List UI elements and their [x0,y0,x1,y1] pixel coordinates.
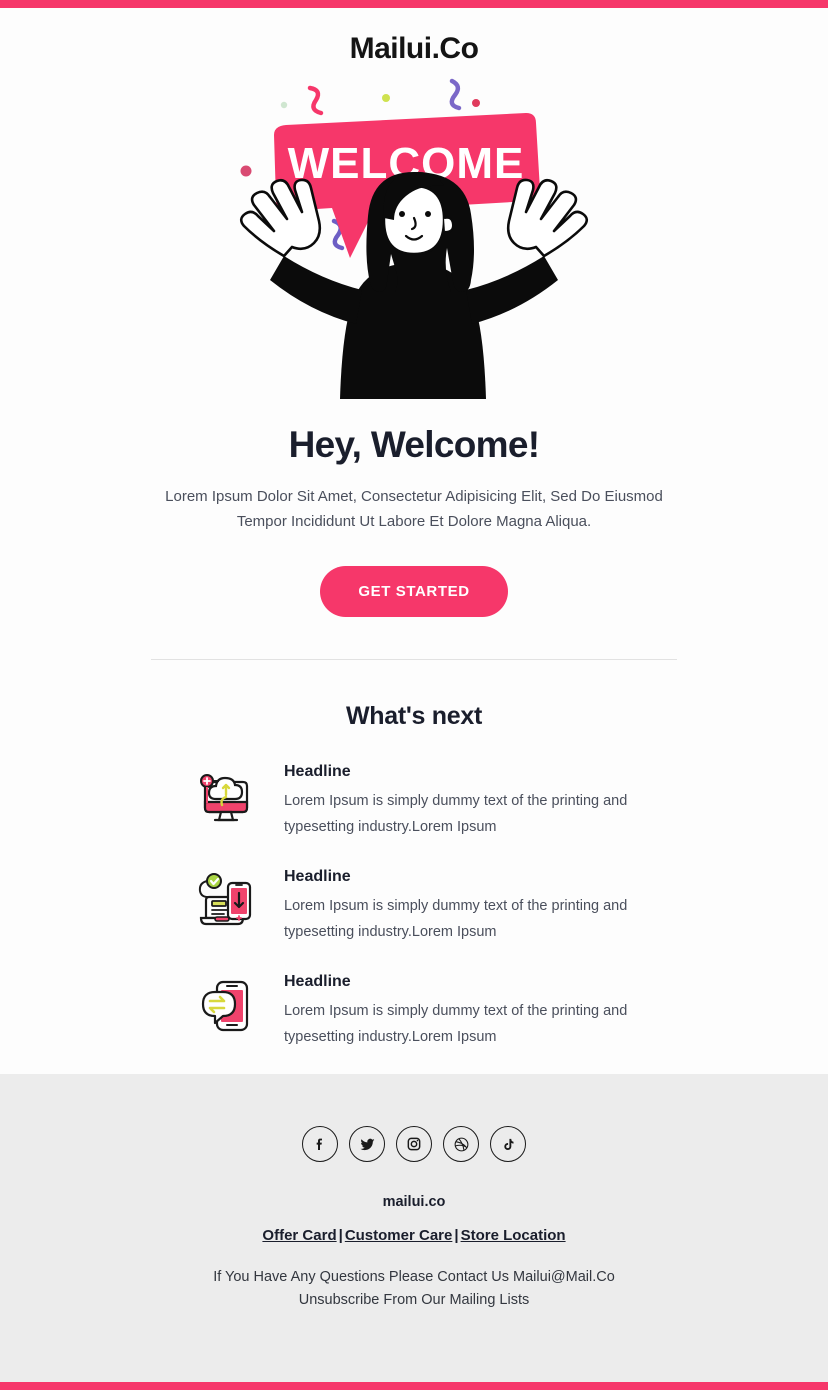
footer-links: Offer Card | Customer Care | Store Location [0,1227,828,1244]
feature-title: Headline [284,868,351,885]
feature-body: Lorem Ipsum is simply dummy text of the … [284,898,628,940]
person-ear [443,216,455,234]
contact-line: If You Have Any Questions Please Contact… [213,1269,615,1285]
footer-link-store-location[interactable]: Store Location [461,1227,566,1244]
instagram-icon[interactable] [396,1126,432,1162]
confetti-dot-green-1 [280,101,288,109]
top-accent-bar [0,0,828,8]
hero-illustration: WELCOME [0,68,828,408]
person-right-arm [466,256,558,324]
feature-list: Headline Lorem Ipsum is simply dummy tex… [164,759,664,1050]
confetti-dot-red [472,99,480,107]
intro-paragraph: Lorem Ipsum Dolor Sit Amet, Consectetur … [165,488,663,530]
email-body: Mailui.Co WELCOME Hey, Welcome! Lorem Ip… [0,8,828,1074]
feature-body: Lorem Ipsum is simply dummy text of the … [284,793,628,835]
confetti-squiggle-purple [449,78,462,111]
footer-note: If You Have Any Questions Please Contact… [0,1266,828,1312]
footer-link-offer-card[interactable]: Offer Card [262,1227,336,1244]
tiktok-icon[interactable] [490,1126,526,1162]
confetti-dot-pink [240,165,252,177]
person-eye-left [399,211,405,217]
list-item: Headline Lorem Ipsum is simply dummy tex… [190,864,664,945]
get-started-button[interactable]: GET STARTED [320,566,508,617]
person-left-arm [270,256,362,324]
confetti-dot-lime [382,94,390,102]
email-page: Mailui.Co WELCOME Hey, Welcome! Lorem Ip… [0,0,828,1390]
monitor-cloud-sync-icon [190,759,262,831]
brand-logo: Mailui.Co [349,32,479,65]
feature-text: Headline Lorem Ipsum is simply dummy tex… [284,969,664,1050]
page-title: Hey, Welcome! [288,424,540,465]
feature-title: Headline [284,763,351,780]
confetti-squiggle-pink [307,85,324,116]
list-item: Headline Lorem Ipsum is simply dummy tex… [190,759,664,840]
person-right-hand [506,178,589,258]
section-divider [151,659,677,660]
unsubscribe-line[interactable]: Unsubscribe From Our Mailing Lists [0,1289,828,1312]
welcome-illustration-svg: WELCOME [239,78,589,399]
facebook-icon[interactable] [302,1126,338,1162]
phone-transfer-message-icon [190,969,262,1041]
feature-body: Lorem Ipsum is simply dummy text of the … [284,1003,628,1045]
feature-title: Headline [284,973,351,990]
footer-link-separator-2: | [454,1227,459,1244]
dribbble-icon[interactable] [443,1126,479,1162]
social-links [0,1126,828,1162]
whats-next-title: What's next [346,702,482,730]
feature-text: Headline Lorem Ipsum is simply dummy tex… [284,759,664,840]
email-footer: mailui.co Offer Card | Customer Care | Store… [0,1074,828,1382]
footer-link-separator-1: | [338,1227,343,1244]
bottom-accent-bar [0,1382,828,1390]
person-left-hand [239,178,322,258]
cta-container: GET STARTED [0,566,828,617]
footer-link-customer-care[interactable]: Customer Care [345,1227,453,1244]
laptop-phone-download-icon [190,864,262,936]
footer-brand: mailui.co [382,1194,446,1210]
person-eye-right [425,211,431,217]
list-item: Headline Lorem Ipsum is simply dummy tex… [190,969,664,1050]
feature-text: Headline Lorem Ipsum is simply dummy tex… [284,864,664,945]
twitter-icon[interactable] [349,1126,385,1162]
